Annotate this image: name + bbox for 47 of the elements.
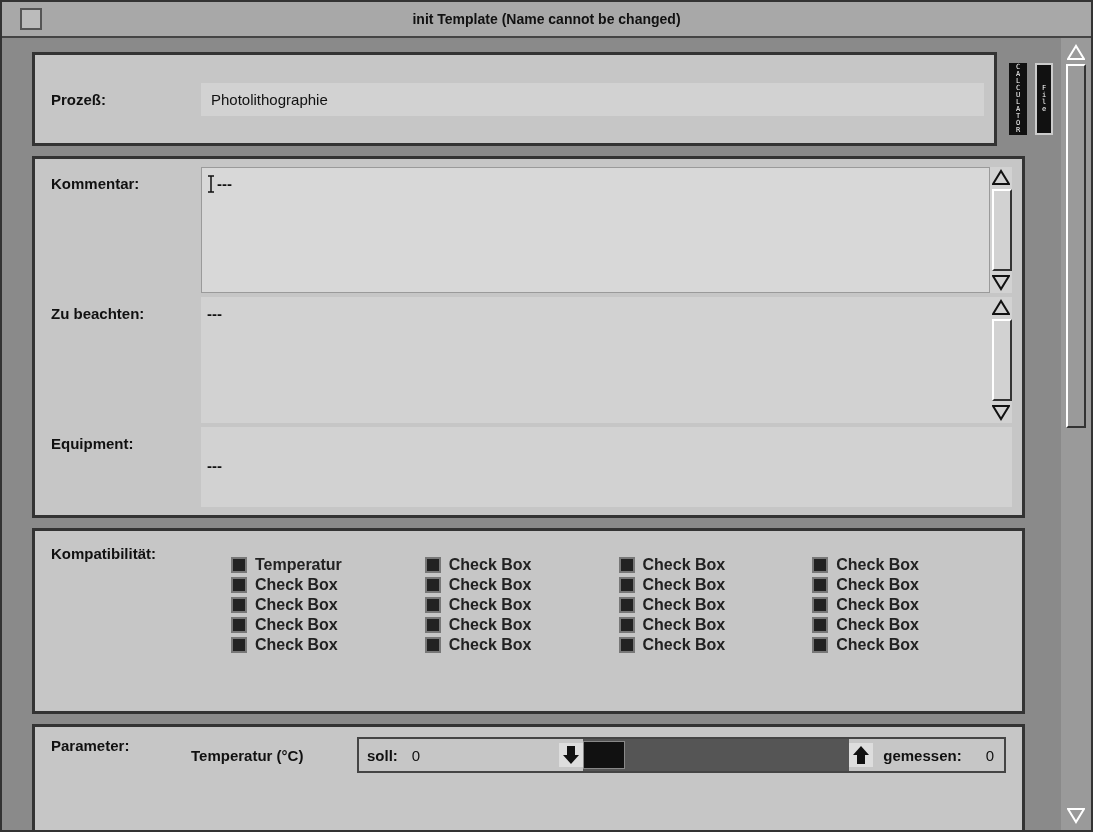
measured-label: gemessen:: [883, 746, 962, 764]
parameter-name: Temperatur (°C): [191, 746, 305, 764]
target-value: 0: [411, 746, 421, 764]
checkbox[interactable]: Check Box: [424, 615, 619, 635]
scroll-up-icon[interactable]: [992, 299, 1010, 315]
scroll-up-icon[interactable]: [992, 169, 1010, 185]
slider[interactable]: [583, 739, 850, 771]
field-label: Zu beachten:: [51, 304, 146, 324]
scrollbar[interactable]: [990, 167, 1012, 293]
checkbox[interactable]: Check Box: [424, 555, 619, 575]
process-field[interactable]: Photolithographie: [201, 82, 984, 116]
checkbox[interactable]: Check Box: [618, 635, 813, 655]
field-label: Equipment:: [51, 434, 135, 454]
checkbox[interactable]: Check Box: [618, 595, 813, 615]
field-label: Prozeß:: [51, 90, 107, 108]
checkbox[interactable]: Check Box: [231, 615, 425, 635]
section-label: Kompatibilität:: [51, 545, 157, 564]
text-area[interactable]: ---: [201, 297, 1012, 423]
section-label: Parameter:: [51, 737, 131, 754]
checkbox[interactable]: Check Box: [231, 635, 425, 655]
checkbox[interactable]: Temperatur: [231, 555, 425, 575]
checkbox[interactable]: Check Box: [424, 635, 619, 655]
checkbox[interactable]: Check Box: [231, 595, 425, 615]
scroll-down-icon[interactable]: [992, 275, 1010, 291]
checkbox[interactable]: Check Box: [424, 575, 619, 595]
decrease-button[interactable]: [559, 743, 583, 767]
checkbox[interactable]: Check Box: [812, 635, 1006, 655]
checkbox[interactable]: Check Box: [618, 575, 813, 595]
checkbox[interactable]: Check Box: [812, 615, 1006, 635]
checkbox[interactable]: Check Box: [424, 595, 619, 615]
text-area[interactable]: ---: [201, 167, 1012, 293]
measured-value: 0: [985, 746, 994, 764]
checkbox[interactable]: Check Box: [812, 575, 1006, 595]
increase-button[interactable]: [849, 743, 874, 767]
window-menu-button[interactable]: [20, 8, 42, 30]
target-label: soll:: [367, 746, 398, 764]
checkbox[interactable]: Check Box: [618, 615, 813, 635]
checkbox[interactable]: Check Box: [618, 555, 813, 575]
text-area[interactable]: ---: [201, 427, 1012, 507]
checkbox[interactable]: Check Box: [812, 555, 1006, 575]
scrollbar[interactable]: [990, 297, 1012, 423]
field-label: Kommentar:: [51, 174, 141, 194]
text-cursor-icon: [207, 175, 215, 193]
window-title: init Template (Name cannot be changed): [411, 11, 682, 27]
scroll-down-icon[interactable]: [992, 405, 1010, 421]
checkbox[interactable]: Check Box: [812, 595, 1006, 615]
checkbox[interactable]: Check Box: [231, 575, 425, 595]
